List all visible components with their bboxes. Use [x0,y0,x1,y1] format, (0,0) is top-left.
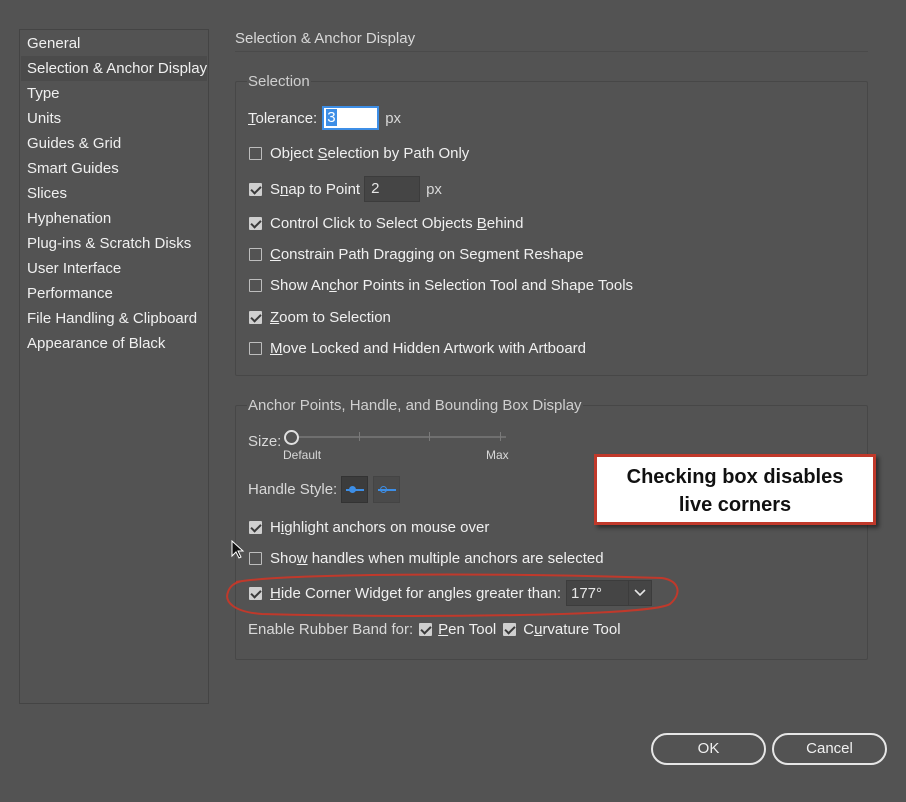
sidebar-item-appearance-of-black[interactable]: Appearance of Black [21,331,207,356]
rubber-band-label: Enable Rubber Band for: [248,620,414,638]
mouse-cursor-icon [231,540,245,559]
zoom-to-selection-row[interactable]: Zoom to Selection [249,306,391,328]
sidebar-item-user-interface[interactable]: User Interface [21,256,207,281]
title-divider [235,51,868,52]
annotation-ellipse [226,573,679,617]
size-slider-tick [429,432,430,441]
page-title: Selection & Anchor Display [235,30,416,47]
size-slider-default-label: Default [283,448,322,462]
constrain-path-row[interactable]: Constrain Path Dragging on Segment Resha… [249,243,584,265]
handle-style-hollow-button[interactable] [373,476,400,503]
highlight-anchors-checkbox[interactable] [249,520,262,534]
move-locked-checkbox[interactable] [249,341,262,355]
cancel-button[interactable]: Cancel [772,733,887,765]
snap-to-point-checkbox[interactable] [249,182,262,196]
size-slider-tick [500,432,501,441]
show-anchor-points-checkbox[interactable] [249,278,262,292]
sidebar-item-guides-grid[interactable]: Guides & Grid [21,131,207,156]
size-slider-max-label: Max [486,448,509,462]
snap-to-point-unit: px [426,180,442,198]
constrain-path-label: Constrain Path Dragging on Segment Resha… [270,245,584,263]
sidebar-item-slices[interactable]: Slices [21,181,207,206]
show-handles-label: Show handles when multiple anchors are s… [270,549,604,567]
control-click-label: Control Click to Select Objects Behind [270,214,524,232]
sidebar-item-plugins-scratch-disks[interactable]: Plug-ins & Scratch Disks [21,231,207,256]
curvature-tool-label: Curvature Tool [523,620,621,638]
zoom-to-selection-label: Zoom to Selection [270,308,391,326]
show-anchor-points-row[interactable]: Show Anchor Points in Selection Tool and… [249,274,633,296]
control-click-row[interactable]: Control Click to Select Objects Behind [249,212,523,234]
sidebar-item-hyphenation[interactable]: Hyphenation [21,206,207,231]
highlight-anchors-row[interactable]: Highlight anchors on mouse over [249,516,489,538]
snap-to-point-input[interactable]: 2 [364,176,421,202]
size-slider-tick [359,432,360,441]
hollow-handle-icon [380,486,387,493]
object-selection-by-path-row[interactable]: Object Selection by Path Only [249,142,469,164]
highlight-anchors-label: Highlight anchors on mouse over [270,518,490,536]
size-slider-track[interactable] [291,436,506,438]
tolerance-label: Tolerance: [248,109,318,127]
annotation-callout: Checking box disables live corners [594,454,876,525]
anchor-display-group-title: Anchor Points, Handle, and Bounding Box … [247,397,583,414]
selection-group-title: Selection [247,73,311,90]
curvature-tool-checkbox[interactable] [503,622,517,636]
constrain-path-checkbox[interactable] [249,247,262,261]
snap-to-point-row[interactable]: Snap to Point 2 px [249,176,442,202]
show-handles-row[interactable]: Show handles when multiple anchors are s… [249,547,604,569]
sidebar-item-type[interactable]: Type [21,81,207,106]
move-locked-row[interactable]: Move Locked and Hidden Artwork with Artb… [249,337,586,359]
show-handles-checkbox[interactable] [249,551,262,565]
rubber-band-row: Enable Rubber Band for: Pen Tool Curvatu… [248,618,621,640]
sidebar-item-general[interactable]: General [21,31,207,56]
callout-line-1: Checking box disables [626,466,844,488]
handle-style-solid-button[interactable] [341,476,368,503]
sidebar-item-performance[interactable]: Performance [21,281,207,306]
tolerance-row: Tolerance: 3 px [248,106,402,130]
object-selection-by-path-checkbox[interactable] [249,146,262,160]
callout-line-2: live corners [678,494,792,516]
zoom-to-selection-checkbox[interactable] [249,310,262,324]
move-locked-label: Move Locked and Hidden Artwork with Artb… [270,339,587,357]
sidebar-item-selection-anchor-display[interactable]: Selection & Anchor Display [21,56,207,81]
handle-style-label: Handle Style: [248,481,338,498]
ok-button[interactable]: OK [651,733,766,765]
snap-to-point-label: Snap to Point [270,180,361,198]
sidebar-item-file-handling-clipboard[interactable]: File Handling & Clipboard [21,306,207,331]
pen-tool-checkbox[interactable] [419,622,433,636]
show-anchor-points-label: Show Anchor Points in Selection Tool and… [270,276,634,294]
object-selection-by-path-label: Object Selection by Path Only [270,144,470,162]
tolerance-unit: px [385,109,402,127]
solid-handle-icon [349,486,356,493]
pen-tool-label: Pen Tool [438,620,497,638]
sidebar-item-smart-guides[interactable]: Smart Guides [21,156,207,181]
tolerance-input[interactable]: 3 [322,106,380,130]
control-click-checkbox[interactable] [249,216,262,230]
size-label: Size: [248,433,282,450]
preferences-category-list: General Selection & Anchor Display Type … [19,29,209,704]
size-slider-handle[interactable] [284,430,299,445]
sidebar-item-units[interactable]: Units [21,106,207,131]
